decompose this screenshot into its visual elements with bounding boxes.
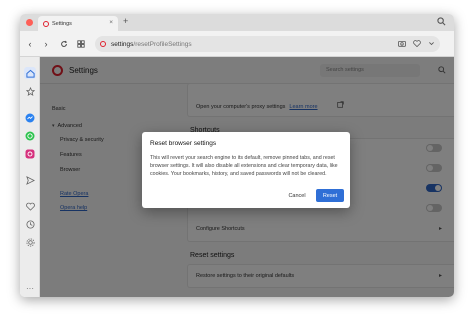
tab-search-icon[interactable] (437, 17, 446, 28)
instagram-icon[interactable] (24, 148, 36, 160)
heart-icon[interactable] (413, 39, 421, 49)
news-icon[interactable] (24, 85, 36, 97)
more-icon[interactable]: ··· (24, 282, 36, 294)
url-text: settings/resetProfileSettings (111, 41, 398, 48)
history-clock-icon[interactable] (24, 218, 36, 230)
url-host: settings (111, 40, 134, 48)
url-path: /resetProfileSettings (133, 40, 192, 48)
back-button[interactable]: ‹ (24, 38, 36, 50)
cancel-button[interactable]: Cancel (284, 189, 310, 202)
dialog-body: This will revert your search engine to i… (150, 155, 338, 177)
title-bar: Settings × + (20, 14, 454, 31)
address-bar: ‹ › settings/resetProfileSettings (20, 31, 454, 57)
reset-settings-dialog: Reset browser settings This will revert … (142, 132, 350, 208)
chevron-down-icon[interactable] (428, 40, 435, 49)
url-field[interactable]: settings/resetProfileSettings (95, 36, 440, 52)
sidebar: ··· (20, 57, 40, 297)
home-icon[interactable] (24, 67, 36, 79)
tab-settings[interactable]: Settings × (38, 16, 118, 31)
reload-button[interactable] (58, 38, 70, 50)
dialog-title: Reset browser settings (150, 140, 217, 147)
opera-url-icon (100, 41, 106, 47)
bookmarks-heart-icon[interactable] (24, 200, 36, 212)
send-icon[interactable] (24, 174, 36, 186)
reset-button[interactable]: Reset (316, 189, 344, 202)
messenger-icon[interactable] (24, 112, 36, 124)
whatsapp-icon[interactable] (24, 130, 36, 142)
tab-title: Settings (52, 20, 72, 27)
forward-button[interactable]: › (40, 38, 52, 50)
settings-gear-icon[interactable] (24, 236, 36, 248)
camera-icon[interactable] (398, 40, 406, 49)
window-close-button[interactable] (26, 19, 33, 26)
speed-dial-icon[interactable] (75, 38, 87, 50)
opera-tab-icon (43, 20, 49, 27)
tab-close-icon[interactable]: × (109, 20, 113, 27)
new-tab-button[interactable]: + (123, 17, 128, 26)
